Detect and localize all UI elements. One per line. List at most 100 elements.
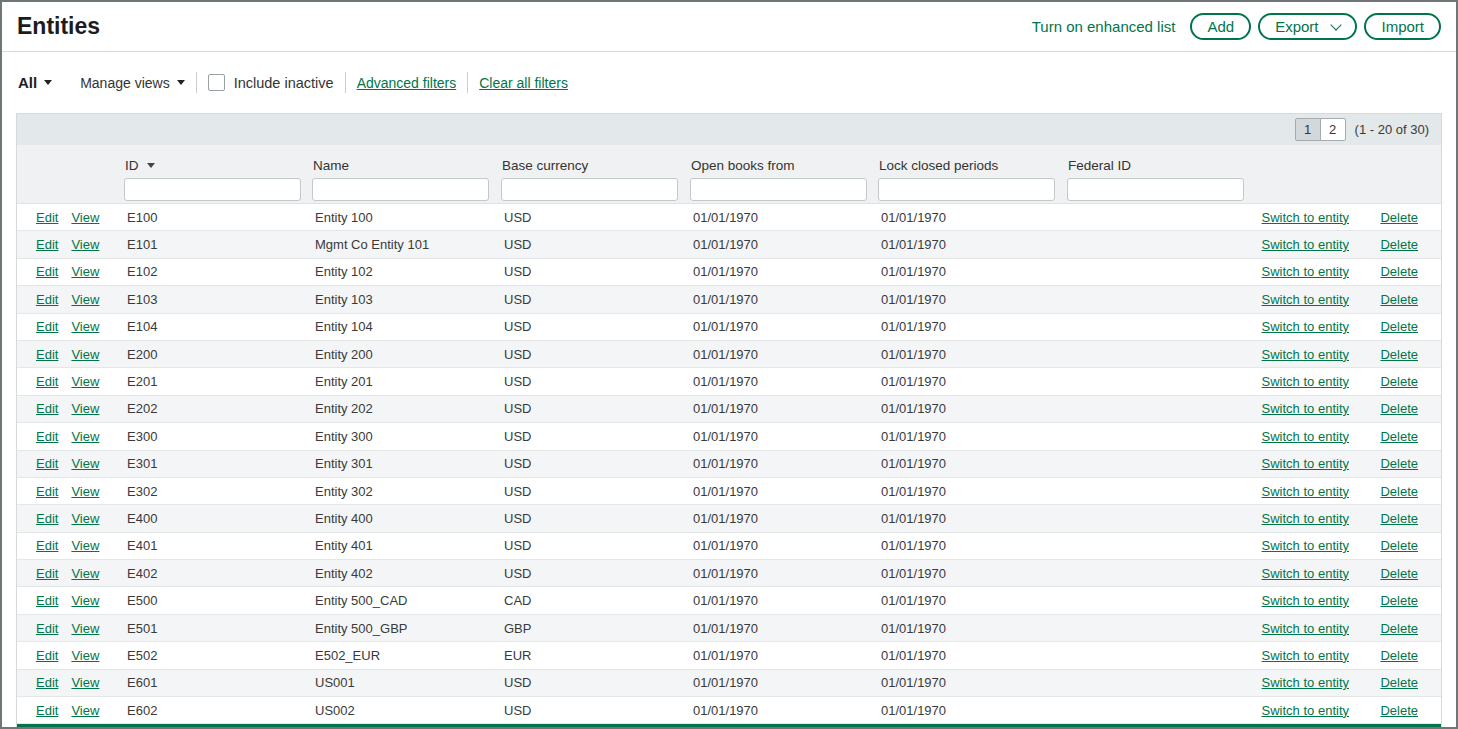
cell-lock-closed-periods: 01/01/1970 — [878, 292, 1067, 307]
view-link[interactable]: View — [71, 456, 99, 471]
view-link[interactable]: View — [71, 210, 99, 225]
delete-link[interactable]: Delete — [1380, 264, 1418, 279]
switch-to-entity-link[interactable]: Switch to entity — [1262, 648, 1349, 663]
manage-views-dropdown[interactable]: Manage views — [80, 75, 185, 91]
delete-link[interactable]: Delete — [1380, 429, 1418, 444]
divider — [467, 72, 468, 93]
sort-desc-icon[interactable] — [147, 163, 155, 168]
import-button[interactable]: Import — [1364, 13, 1441, 40]
switch-to-entity-link[interactable]: Switch to entity — [1262, 319, 1349, 334]
switch-to-entity-link[interactable]: Switch to entity — [1262, 456, 1349, 471]
export-button[interactable]: Export — [1258, 13, 1357, 40]
edit-link[interactable]: Edit — [36, 511, 58, 526]
view-link[interactable]: View — [71, 319, 99, 334]
delete-link[interactable]: Delete — [1380, 319, 1418, 334]
delete-link[interactable]: Delete — [1380, 648, 1418, 663]
delete-link[interactable]: Delete — [1380, 593, 1418, 608]
filter-input-open-books-from[interactable] — [690, 178, 867, 201]
edit-link[interactable]: Edit — [36, 237, 58, 252]
view-link[interactable]: View — [71, 374, 99, 389]
delete-link[interactable]: Delete — [1380, 456, 1418, 471]
switch-to-entity-link[interactable]: Switch to entity — [1262, 566, 1349, 581]
edit-link[interactable]: Edit — [36, 210, 58, 225]
view-link[interactable]: View — [71, 429, 99, 444]
edit-link[interactable]: Edit — [36, 401, 58, 416]
edit-link[interactable]: Edit — [36, 347, 58, 362]
cell-name: Entity 103 — [312, 292, 501, 307]
cell-id: E102 — [124, 264, 312, 279]
edit-link[interactable]: Edit — [36, 264, 58, 279]
edit-link[interactable]: Edit — [36, 429, 58, 444]
view-link[interactable]: View — [71, 703, 99, 718]
delete-link[interactable]: Delete — [1380, 210, 1418, 225]
view-link[interactable]: View — [71, 538, 99, 553]
edit-link[interactable]: Edit — [36, 593, 58, 608]
view-link[interactable]: View — [71, 401, 99, 416]
delete-link[interactable]: Delete — [1380, 484, 1418, 499]
switch-to-entity-link[interactable]: Switch to entity — [1262, 347, 1349, 362]
filter-input-federal-id[interactable] — [1067, 178, 1244, 201]
switch-to-entity-link[interactable]: Switch to entity — [1262, 429, 1349, 444]
delete-cell: Delete — [1349, 538, 1443, 553]
edit-link[interactable]: Edit — [36, 456, 58, 471]
delete-link[interactable]: Delete — [1380, 703, 1418, 718]
switch-to-entity-link[interactable]: Switch to entity — [1262, 484, 1349, 499]
delete-link[interactable]: Delete — [1380, 538, 1418, 553]
edit-link[interactable]: Edit — [36, 648, 58, 663]
edit-link[interactable]: Edit — [36, 621, 58, 636]
edit-link[interactable]: Edit — [36, 484, 58, 499]
switch-to-entity-link[interactable]: Switch to entity — [1262, 511, 1349, 526]
edit-link[interactable]: Edit — [36, 292, 58, 307]
view-link[interactable]: View — [71, 484, 99, 499]
delete-link[interactable]: Delete — [1380, 237, 1418, 252]
switch-to-entity-link[interactable]: Switch to entity — [1262, 374, 1349, 389]
view-link[interactable]: View — [71, 347, 99, 362]
view-link[interactable]: View — [71, 593, 99, 608]
delete-link[interactable]: Delete — [1380, 401, 1418, 416]
edit-link[interactable]: Edit — [36, 703, 58, 718]
delete-link[interactable]: Delete — [1380, 347, 1418, 362]
edit-link[interactable]: Edit — [36, 319, 58, 334]
filter-input-base-currency[interactable] — [501, 178, 678, 201]
switch-to-entity-link[interactable]: Switch to entity — [1262, 675, 1349, 690]
delete-link[interactable]: Delete — [1380, 374, 1418, 389]
switch-to-entity-link[interactable]: Switch to entity — [1262, 292, 1349, 307]
edit-link[interactable]: Edit — [36, 538, 58, 553]
switch-to-entity-link[interactable]: Switch to entity — [1262, 401, 1349, 416]
edit-link[interactable]: Edit — [36, 374, 58, 389]
delete-link[interactable]: Delete — [1380, 511, 1418, 526]
page-button-2[interactable]: 2 — [1320, 118, 1346, 141]
switch-to-entity-link[interactable]: Switch to entity — [1262, 593, 1349, 608]
view-link[interactable]: View — [71, 237, 99, 252]
delete-link[interactable]: Delete — [1380, 566, 1418, 581]
view-link[interactable]: View — [71, 648, 99, 663]
switch-to-entity-link[interactable]: Switch to entity — [1262, 621, 1349, 636]
view-link[interactable]: View — [71, 292, 99, 307]
view-link[interactable]: View — [71, 511, 99, 526]
filter-input-lock-closed-periods[interactable] — [878, 178, 1055, 201]
filter-input-name[interactable] — [312, 178, 489, 201]
switch-to-entity-link[interactable]: Switch to entity — [1262, 210, 1349, 225]
clear-all-filters-link[interactable]: Clear all filters — [479, 75, 568, 91]
enhanced-list-link[interactable]: Turn on enhanced list — [1032, 18, 1176, 35]
switch-to-entity-link[interactable]: Switch to entity — [1262, 237, 1349, 252]
view-selector-dropdown[interactable]: All — [18, 74, 52, 91]
switch-to-entity-link[interactable]: Switch to entity — [1262, 264, 1349, 279]
view-link[interactable]: View — [71, 621, 99, 636]
delete-link[interactable]: Delete — [1380, 621, 1418, 636]
switch-to-entity-link[interactable]: Switch to entity — [1262, 538, 1349, 553]
delete-link[interactable]: Delete — [1380, 292, 1418, 307]
advanced-filters-link[interactable]: Advanced filters — [357, 75, 457, 91]
filter-input-id[interactable] — [124, 178, 301, 201]
view-link[interactable]: View — [71, 264, 99, 279]
edit-link[interactable]: Edit — [36, 566, 58, 581]
edit-link[interactable]: Edit — [36, 675, 58, 690]
add-button[interactable]: Add — [1190, 13, 1251, 40]
switch-to-entity-link[interactable]: Switch to entity — [1262, 703, 1349, 718]
delete-link[interactable]: Delete — [1380, 675, 1418, 690]
page-button-1[interactable]: 1 — [1295, 118, 1321, 141]
cell-name: Entity 401 — [312, 538, 501, 553]
view-link[interactable]: View — [71, 566, 99, 581]
view-link[interactable]: View — [71, 675, 99, 690]
include-inactive-checkbox[interactable] — [208, 74, 225, 91]
